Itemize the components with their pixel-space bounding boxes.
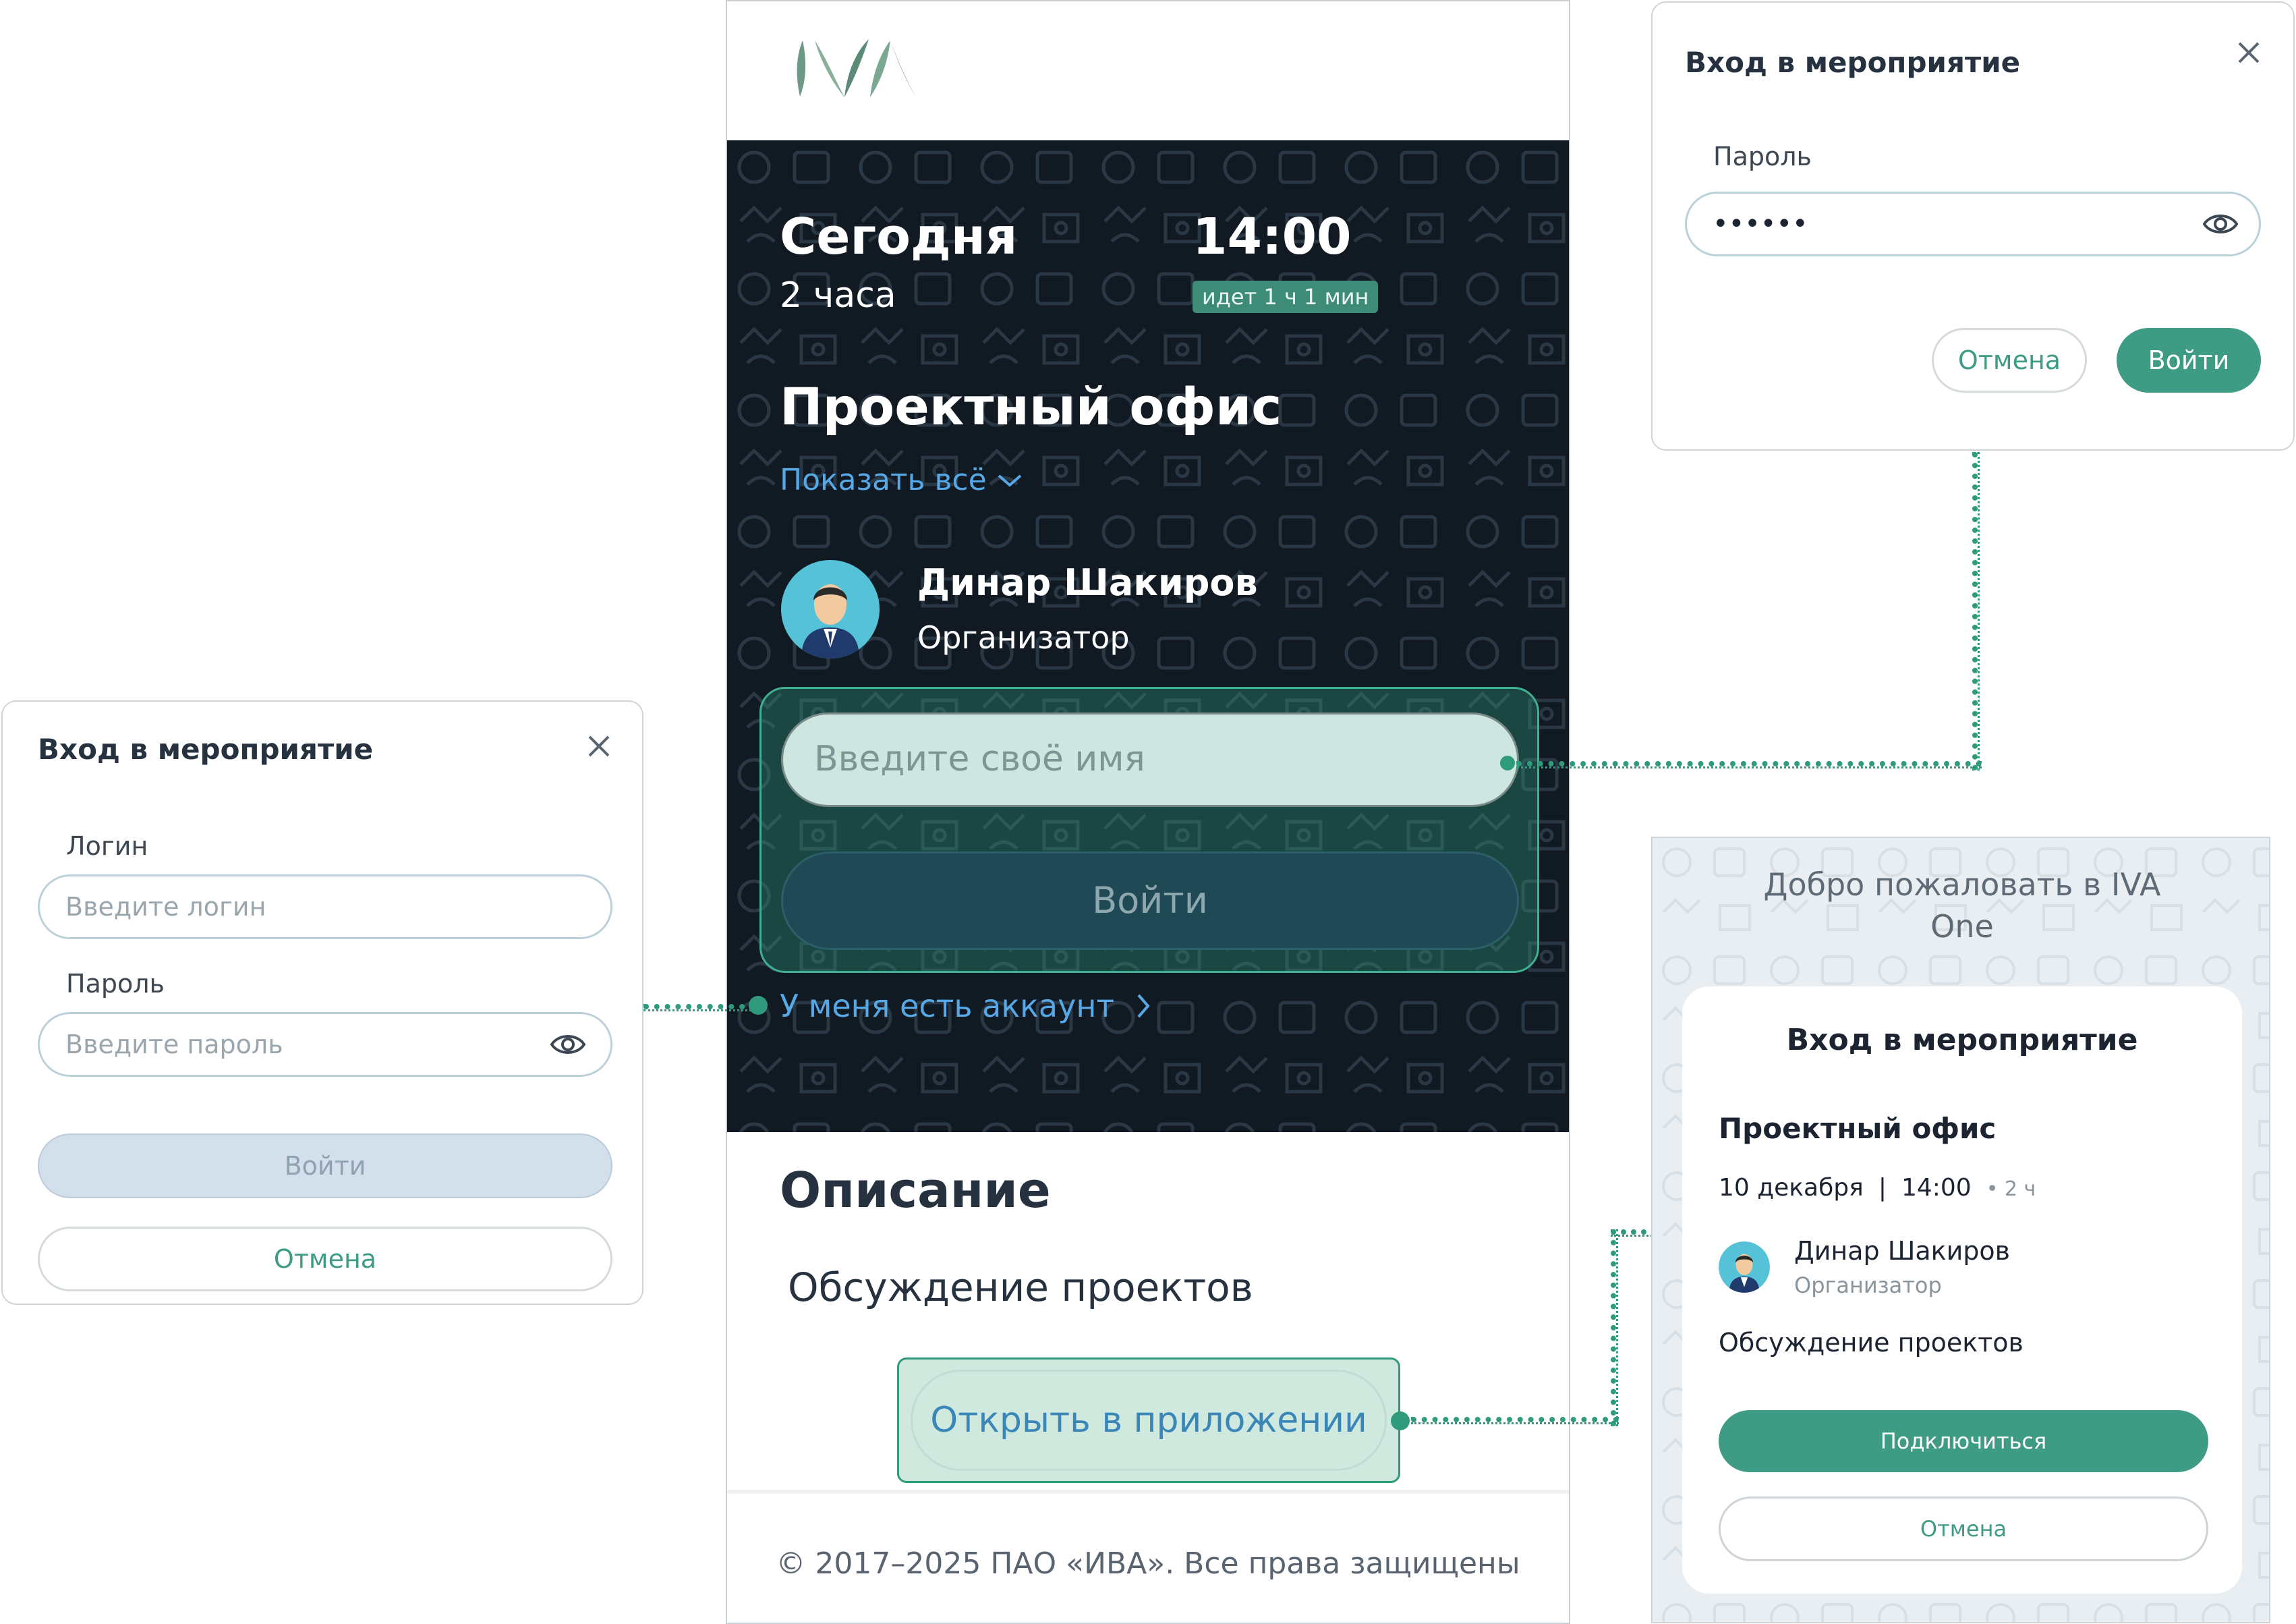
login-field[interactable]: Введите логин <box>38 874 612 939</box>
event-time: 14:00 <box>1193 208 1352 266</box>
connector-line <box>1611 1229 1618 1426</box>
event-time: 14:00 <box>1901 1174 1972 1202</box>
event-duration: • 2 ч <box>1986 1177 2036 1201</box>
event-day: Сегодня <box>780 208 1018 266</box>
app-welcome-screen: Добро пожаловать в IVA One Вход в меропр… <box>1651 837 2270 1623</box>
avatar <box>1719 1241 1770 1293</box>
have-account-link[interactable]: У меня есть аккаунт <box>780 988 1152 1024</box>
event-hero: Сегодня 2 часа 14:00 идет 1 ч 1 мин Прое… <box>727 140 1569 1132</box>
event-description: Обсуждение проектов <box>1719 1328 2024 1357</box>
event-datetime: 10 декабря | 14:00 • 2 ч <box>1719 1174 2036 1202</box>
avatar <box>781 560 880 659</box>
chevron-right-icon <box>1137 994 1150 1018</box>
password-dialog: Вход в мероприятие Пароль •••••• Отмена … <box>1651 1 2295 451</box>
eye-icon[interactable] <box>549 1028 587 1061</box>
footer-copyright: © 2017–2025 ПАО «ИВА». Все права защищен… <box>776 1546 1520 1581</box>
dialog-title: Вход в мероприятие <box>1685 46 2021 79</box>
organizer-role: Организатор <box>917 619 1130 656</box>
name-input[interactable]: Введите своё имя <box>781 712 1519 807</box>
event-title: Проектный офис <box>780 376 1282 437</box>
have-account-label: У меня есть аккаунт <box>780 988 1115 1024</box>
account-dialog: Вход в мероприятие Логин Введите логин П… <box>1 700 643 1305</box>
open-in-app-button[interactable]: Открыть в приложении <box>911 1370 1387 1471</box>
dialog-title: Вход в мероприятие <box>38 733 374 766</box>
cancel-button[interactable]: Отмена <box>1932 328 2087 393</box>
close-icon[interactable] <box>585 733 612 760</box>
connector-dot <box>1500 756 1515 771</box>
event-duration: 2 часа <box>780 275 896 316</box>
show-all-link[interactable]: Показать всё <box>780 463 1023 497</box>
password-field[interactable]: Введите пароль <box>38 1012 612 1077</box>
join-card: Вход в мероприятие Проектный офис 10 дек… <box>1682 986 2242 1594</box>
connector-dot <box>1391 1411 1410 1430</box>
connector-line <box>1972 452 1980 771</box>
connector-line <box>1411 1417 1619 1424</box>
separator: | <box>1878 1174 1887 1202</box>
event-page: Сегодня 2 часа 14:00 идет 1 ч 1 мин Прое… <box>726 0 1570 1624</box>
cancel-button[interactable]: Отмена <box>38 1227 612 1291</box>
submit-button[interactable]: Войти <box>2117 328 2261 393</box>
description-heading: Описание <box>780 1162 1051 1219</box>
password-field[interactable]: •••••• <box>1685 192 2261 256</box>
cancel-button[interactable]: Отмена <box>1719 1496 2208 1561</box>
connector-line <box>1516 761 1982 768</box>
status-badge: идет 1 ч 1 мин <box>1193 281 1379 313</box>
connector-line <box>643 1004 755 1011</box>
password-label: Пароль <box>66 969 165 999</box>
organizer-role: Организатор <box>1794 1272 1942 1298</box>
organizer-name: Динар Шакиров <box>1794 1236 2011 1266</box>
connector-line <box>1611 1229 1657 1237</box>
login-label: Логин <box>66 831 148 861</box>
show-all-label: Показать всё <box>780 463 987 497</box>
password-label: Пароль <box>1713 142 1812 171</box>
event-title: Проектный офис <box>1719 1112 1997 1145</box>
chevron-down-icon <box>998 474 1021 487</box>
card-title: Вход в мероприятие <box>1786 1023 2138 1057</box>
event-date: 10 декабря <box>1719 1174 1864 1202</box>
footer-divider <box>727 1490 1569 1494</box>
welcome-title: Добро пожаловать в IVA One <box>1763 866 2161 945</box>
login-button[interactable]: Войти <box>781 851 1519 950</box>
eye-icon[interactable] <box>2202 208 2239 240</box>
organizer-name: Динар Шакиров <box>917 561 1258 604</box>
submit-button[interactable]: Войти <box>38 1133 612 1198</box>
iva-logo <box>797 39 916 97</box>
close-icon[interactable] <box>2235 39 2262 66</box>
connect-button[interactable]: Подключиться <box>1719 1410 2208 1472</box>
description-text: Обсуждение проектов <box>788 1264 1253 1310</box>
